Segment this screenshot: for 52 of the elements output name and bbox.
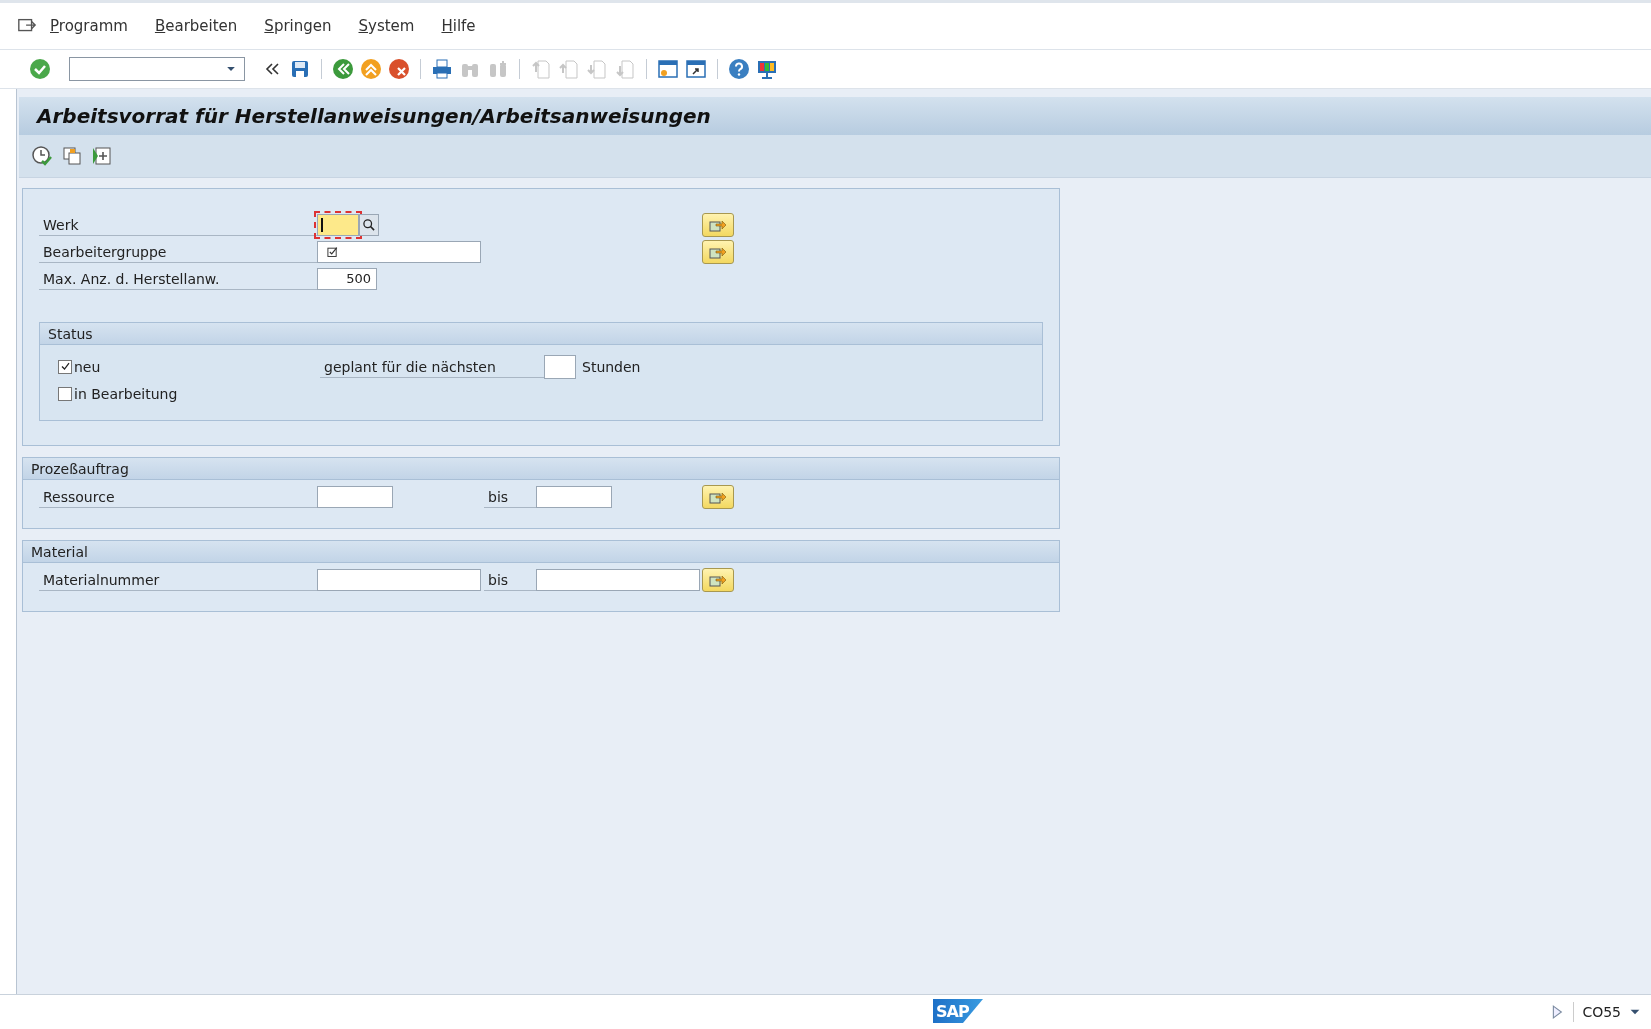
clock-check-icon[interactable]: [31, 145, 53, 167]
folder-arrow-icon: [709, 573, 727, 587]
input-field[interactable]: [317, 569, 481, 591]
input-field[interactable]: [317, 213, 359, 236]
copy-icon[interactable]: [61, 145, 83, 167]
multiple-selection-button[interactable]: [702, 485, 734, 509]
input-field[interactable]: [317, 240, 481, 263]
field-label: Ressource: [39, 486, 317, 508]
checkbox[interactable]: [58, 359, 72, 374]
folder-arrow-icon: [709, 490, 727, 504]
print-icon[interactable]: [431, 58, 453, 80]
checkbox[interactable]: [58, 386, 72, 401]
menu-item[interactable]: Bearbeiten: [154, 15, 238, 37]
input-field[interactable]: [317, 486, 393, 508]
unit-label: Stunden: [582, 358, 641, 375]
group-title: Material: [31, 543, 88, 560]
cancel-icon[interactable]: [388, 58, 410, 80]
menu-item[interactable]: System: [358, 15, 415, 37]
shortcut-icon[interactable]: [685, 58, 707, 80]
group-title: Prozeßauftrag: [31, 460, 129, 477]
check-icon[interactable]: [29, 58, 51, 80]
multiple-selection-button[interactable]: [702, 239, 734, 264]
search-icon: [362, 217, 376, 232]
save-icon[interactable]: [289, 58, 311, 80]
checkbox-label: in Bearbeitung: [74, 385, 179, 402]
input-field[interactable]: 500: [317, 267, 377, 290]
monitor-icon[interactable]: [756, 58, 778, 80]
input-field[interactable]: [536, 486, 612, 508]
logo: SAP: [933, 999, 983, 1023]
menu-item[interactable]: Programm: [50, 15, 128, 37]
command-field[interactable]: [69, 57, 245, 81]
menu-item[interactable]: Springen: [264, 15, 332, 37]
group-title: Status: [48, 325, 93, 342]
field-label: Max. Anz. d. Herstellanw.: [39, 267, 317, 290]
transaction-code[interactable]: CO55: [1582, 1004, 1621, 1020]
add-selection-icon[interactable]: [91, 145, 113, 167]
field-label: Bearbeitergruppe: [39, 240, 317, 263]
back-icon[interactable]: [332, 58, 354, 80]
field-label: Materialnummer: [39, 569, 317, 591]
multiple-selection-button[interactable]: [702, 568, 734, 592]
screen-title: Arbeitsvorrat für Herstellanweisungen/Arbeitsanweisungen: [19, 97, 1651, 135]
checkbox-label: neu: [74, 358, 102, 375]
help-icon[interactable]: [728, 58, 750, 80]
exit-icon[interactable]: [360, 58, 382, 80]
menu-item[interactable]: Hilfe: [441, 15, 476, 37]
search-help-button[interactable]: [359, 213, 379, 236]
checkmark-icon: [59, 361, 71, 372]
input-field[interactable]: [544, 354, 576, 379]
multiple-selection-button[interactable]: [702, 212, 734, 237]
new-window-icon[interactable]: [657, 58, 679, 80]
input-field[interactable]: [536, 569, 700, 591]
required-check-icon: [326, 244, 340, 259]
